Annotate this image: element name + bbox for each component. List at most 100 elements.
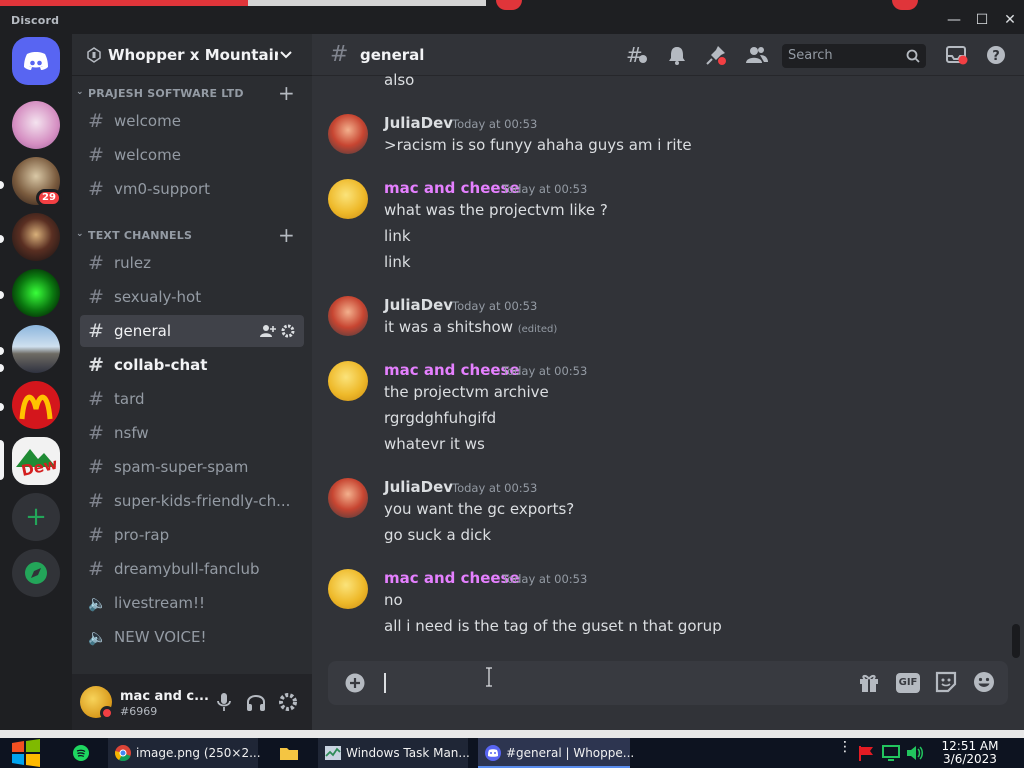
taskbar-label: Windows Task Man...	[346, 746, 470, 760]
invite-member-icon[interactable]	[260, 324, 276, 338]
message-composer[interactable]: GIF	[328, 661, 1008, 705]
message-author[interactable]: mac and cheese	[384, 569, 520, 587]
channel-spam-super-spam[interactable]: # spam-super-spam	[80, 451, 304, 483]
maximize-button[interactable]: ☐	[972, 10, 992, 30]
channel-collab-chat[interactable]: # collab-chat	[80, 349, 304, 381]
channel-rulez[interactable]: # rulez	[80, 247, 304, 279]
add-server-button[interactable]: +	[12, 493, 60, 541]
server-icon[interactable]	[12, 101, 60, 149]
chat-scrollbar[interactable]	[1012, 624, 1020, 658]
channel-name: livestream!!	[114, 594, 206, 612]
server-icon[interactable]	[12, 381, 60, 429]
avatar[interactable]	[328, 179, 368, 219]
background-window-strip	[248, 0, 486, 6]
avatar[interactable]	[328, 296, 368, 336]
taskbar-app-explorer[interactable]	[272, 738, 306, 768]
message-author[interactable]: mac and cheese	[384, 361, 520, 379]
message-author[interactable]: JuliaDev	[384, 114, 453, 132]
edited-label: (edited)	[517, 324, 558, 335]
channel-sexualy-hot[interactable]: # sexualy-hot	[80, 281, 304, 313]
gear-icon[interactable]	[278, 692, 298, 712]
channel-welcome[interactable]: # welcome	[80, 139, 304, 171]
hashtag-icon: #	[88, 354, 104, 376]
svg-text:#: #	[626, 45, 643, 65]
message-timestamp: Today at 00:53	[452, 299, 538, 313]
avatar[interactable]	[328, 478, 368, 518]
channel-vm0-support[interactable]: # vm0-support	[80, 173, 304, 205]
user-panel: mac and c... #6969	[72, 674, 312, 730]
message-text: rgrgdghfuhgifd	[384, 409, 497, 427]
avatar[interactable]	[328, 114, 368, 154]
headphones-icon[interactable]	[246, 692, 266, 712]
message-text: whatevr it ws	[384, 435, 485, 453]
channel-name: spam-super-spam	[114, 458, 249, 476]
volume-icon[interactable]	[906, 745, 924, 761]
server-icon[interactable]: Dew	[12, 437, 60, 485]
threads-icon[interactable]: #	[626, 45, 648, 65]
search-input[interactable]: Search	[782, 44, 926, 68]
svg-text:?: ?	[992, 49, 1000, 64]
avatar[interactable]	[328, 361, 368, 401]
bell-icon[interactable]	[667, 45, 687, 65]
username[interactable]: mac and c...	[120, 689, 209, 704]
guild-header[interactable]: Whopper x Mountain ...	[72, 34, 312, 76]
channel-tard[interactable]: # tard	[80, 383, 304, 415]
microphone-icon[interactable]	[216, 692, 232, 712]
create-channel-plus-icon[interactable]: +	[278, 81, 295, 105]
channel-name: sexualy-hot	[114, 288, 202, 306]
help-icon[interactable]: ?	[986, 45, 1006, 65]
home-button[interactable]	[12, 37, 60, 85]
pin-icon[interactable]	[706, 45, 728, 65]
voice-channel-new-voice[interactable]: 🔈 NEW VOICE!	[80, 621, 304, 653]
channel-super-kids-friendly[interactable]: # super-kids-friendly-ch...	[80, 485, 304, 517]
network-icon[interactable]	[882, 745, 900, 761]
message-author[interactable]: JuliaDev	[384, 478, 453, 496]
channel-welcome[interactable]: # welcome	[80, 105, 304, 137]
start-button-icon[interactable]	[10, 739, 42, 767]
message-text: no	[384, 591, 403, 609]
category-label: PRAJESH SOFTWARE LTD	[88, 87, 244, 100]
unread-pill	[0, 403, 4, 411]
message-author[interactable]: mac and cheese	[384, 179, 520, 197]
emoji-icon[interactable]	[973, 671, 995, 693]
message-author[interactable]: JuliaDev	[384, 296, 453, 314]
message-timestamp: Today at 00:53	[502, 182, 588, 196]
explore-servers-button[interactable]	[12, 549, 60, 597]
create-channel-plus-icon[interactable]: +	[278, 223, 295, 247]
channel-dreamybull-fanclub[interactable]: # dreamybull-fanclub	[80, 553, 304, 585]
taskbar-app-spotify[interactable]	[66, 738, 100, 768]
member-list-icon[interactable]	[746, 45, 768, 65]
gear-icon[interactable]	[281, 324, 295, 338]
speaker-icon: 🔈	[88, 594, 107, 612]
chrome-icon	[115, 745, 131, 761]
sticker-icon[interactable]	[935, 671, 957, 693]
voice-channel-livestream[interactable]: 🔈 livestream!!	[80, 587, 304, 619]
server-icon[interactable]	[12, 213, 60, 261]
text-caret	[384, 673, 386, 693]
category-prajesh-software[interactable]: ⌄ PRAJESH SOFTWARE LTD +	[72, 81, 312, 105]
gif-button[interactable]: GIF	[896, 673, 920, 693]
close-button[interactable]: ✕	[1000, 10, 1020, 30]
channel-general[interactable]: # general	[80, 315, 304, 347]
channel-nsfw[interactable]: # nsfw	[80, 417, 304, 449]
minimize-button[interactable]: —	[944, 10, 964, 30]
add-attachment-icon[interactable]	[345, 673, 365, 693]
inbox-icon[interactable]	[946, 45, 968, 65]
server-icon[interactable]	[12, 269, 60, 317]
channel-name: vm0-support	[114, 180, 211, 198]
channel-pro-rap[interactable]: # pro-rap	[80, 519, 304, 551]
gift-icon[interactable]	[858, 671, 880, 693]
taskbar-app-task-manager[interactable]: Windows Task Man...	[318, 738, 470, 768]
chevron-down-icon: ⌄	[76, 87, 84, 97]
server-icon[interactable]	[12, 325, 60, 373]
overflow-menu-icon[interactable]: ⋮	[838, 740, 852, 762]
system-clock[interactable]: 12:51 AM 3/6/2023	[930, 740, 1010, 766]
avatar[interactable]	[328, 569, 368, 609]
category-text-channels[interactable]: ⌄ TEXT CHANNELS +	[72, 223, 312, 247]
message-timestamp: Today at 00:53	[502, 572, 588, 586]
taskbar-app-discord[interactable]: #general | Whoppe...	[478, 738, 634, 768]
taskbar-app-chrome[interactable]: image.png (250×2...	[108, 738, 261, 768]
boost-tier-icon	[87, 47, 101, 63]
flag-icon[interactable]	[858, 745, 876, 761]
guild-name: Whopper x Mountain ...	[108, 46, 278, 64]
